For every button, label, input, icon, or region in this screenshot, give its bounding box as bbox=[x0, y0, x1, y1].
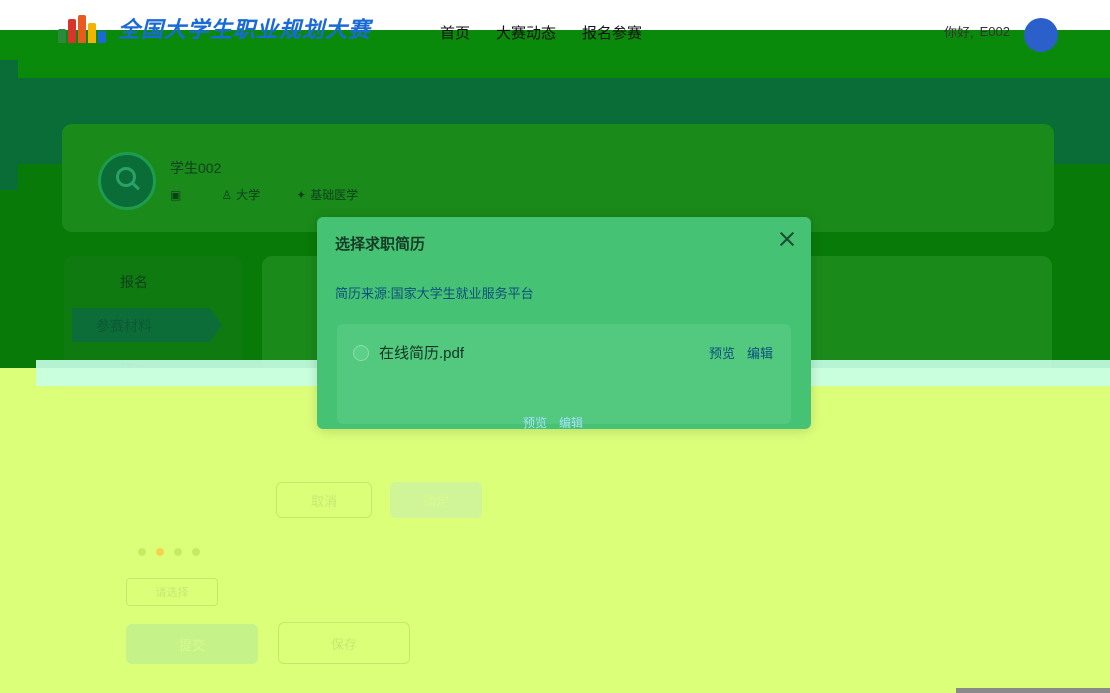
preview-link-lower[interactable]: 预览 bbox=[523, 414, 547, 431]
dialog-lower-links: 预览 编辑 bbox=[523, 414, 583, 431]
major-icon: ✦ bbox=[296, 187, 307, 202]
side-item-register[interactable]: 报名 bbox=[120, 272, 148, 292]
id-card-icon: ▣ bbox=[170, 187, 182, 202]
resume-source: 简历来源: 国家大学生就业服务平台 bbox=[335, 283, 534, 302]
profile-card bbox=[62, 124, 1054, 232]
main-nav: 首页 大赛动态 报名参赛 bbox=[440, 22, 642, 43]
confirm-button[interactable]: 确定 bbox=[390, 482, 482, 518]
profile-avatar bbox=[98, 152, 156, 210]
dialog-title: 选择求职简历 bbox=[335, 236, 426, 253]
source-value: 国家大学生就业服务平台 bbox=[390, 286, 534, 301]
source-label: 简历来源: bbox=[335, 286, 391, 301]
username: E002 bbox=[979, 24, 1010, 39]
site-title: 全国大学生职业规划大赛 bbox=[118, 18, 372, 43]
nav-register[interactable]: 报名参赛 bbox=[582, 22, 642, 43]
resume-row[interactable]: 在线简历.pdf 预览 编辑 bbox=[353, 342, 773, 363]
school-icon: ♙ bbox=[221, 187, 233, 202]
side-item-materials[interactable]: 参赛材料 bbox=[96, 316, 152, 336]
close-icon[interactable] bbox=[777, 229, 797, 249]
edit-link-lower[interactable]: 编辑 bbox=[559, 414, 583, 431]
profile-name: 学生002 bbox=[170, 160, 222, 176]
step-dots bbox=[138, 548, 200, 556]
nav-home[interactable]: 首页 bbox=[440, 22, 470, 43]
site-logo[interactable]: 全国大学生职业规划大赛 bbox=[58, 12, 371, 44]
profile-meta: ▣ ♙ 大学 ✦ 基础医学 bbox=[170, 186, 358, 203]
user-menu[interactable]: 你好, E002 bbox=[944, 22, 1010, 41]
meta-school: ♙ 大学 bbox=[221, 187, 261, 203]
resume-actions: 预览 编辑 bbox=[709, 343, 773, 362]
meta-major: ✦ 基础医学 bbox=[296, 187, 359, 203]
resume-radio[interactable] bbox=[353, 344, 369, 361]
dialog-lower: 预览 编辑 bbox=[317, 368, 811, 448]
resume-select[interactable]: 请选择 bbox=[126, 578, 218, 606]
logo-icon bbox=[58, 13, 110, 43]
user-avatar[interactable] bbox=[1024, 18, 1058, 52]
edit-link[interactable]: 编辑 bbox=[747, 343, 773, 362]
save-button[interactable]: 保存 bbox=[278, 622, 410, 664]
submit-button[interactable]: 提交 bbox=[126, 624, 258, 664]
preview-link[interactable]: 预览 bbox=[709, 343, 735, 362]
left-edge bbox=[0, 60, 18, 190]
meta-id: ▣ bbox=[170, 186, 185, 203]
bottom-edge bbox=[956, 688, 1110, 693]
cancel-button[interactable]: 取消 bbox=[276, 482, 372, 518]
greeting-text: 你好, bbox=[944, 25, 974, 40]
nav-news[interactable]: 大赛动态 bbox=[496, 22, 556, 43]
resume-file-name: 在线简历.pdf bbox=[379, 345, 465, 362]
